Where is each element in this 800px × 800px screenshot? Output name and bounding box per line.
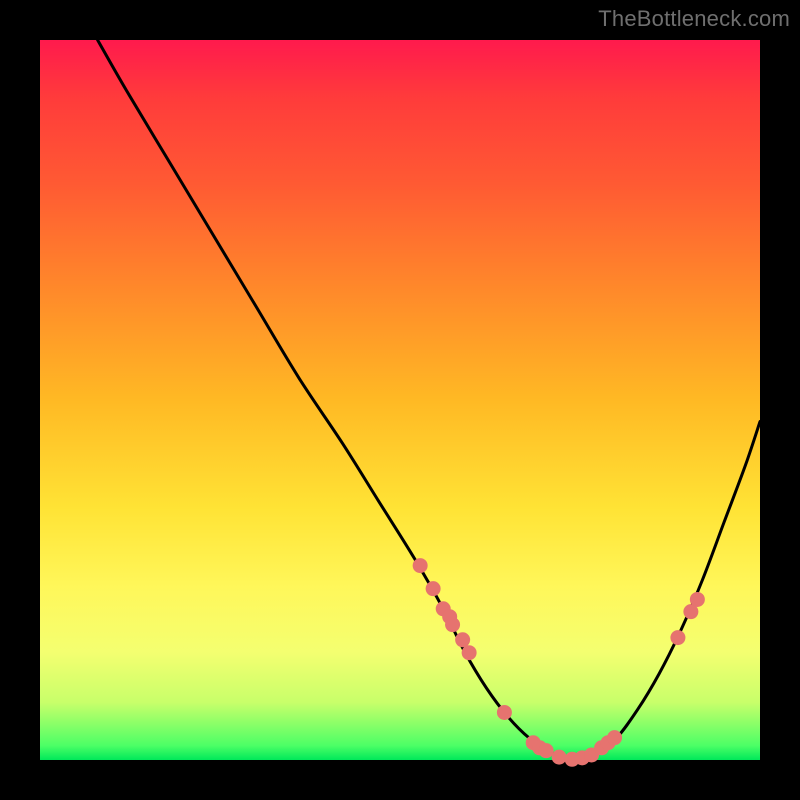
chart-frame: TheBottleneck.com [0,0,800,800]
watermark-text: TheBottleneck.com [598,6,790,32]
marker-dot [426,581,441,596]
curve-svg [40,40,760,760]
bottleneck-curve-path [98,40,760,760]
marker-dot [497,705,512,720]
plot-area [40,40,760,760]
marker-dot [455,632,470,647]
marker-dot [413,558,428,573]
marker-dot [690,592,705,607]
marker-dot [607,730,622,745]
marker-group [413,558,705,767]
marker-dot [552,750,567,765]
marker-dot [670,630,685,645]
marker-dot [539,743,554,758]
marker-dot [445,617,460,632]
marker-dot [462,645,477,660]
